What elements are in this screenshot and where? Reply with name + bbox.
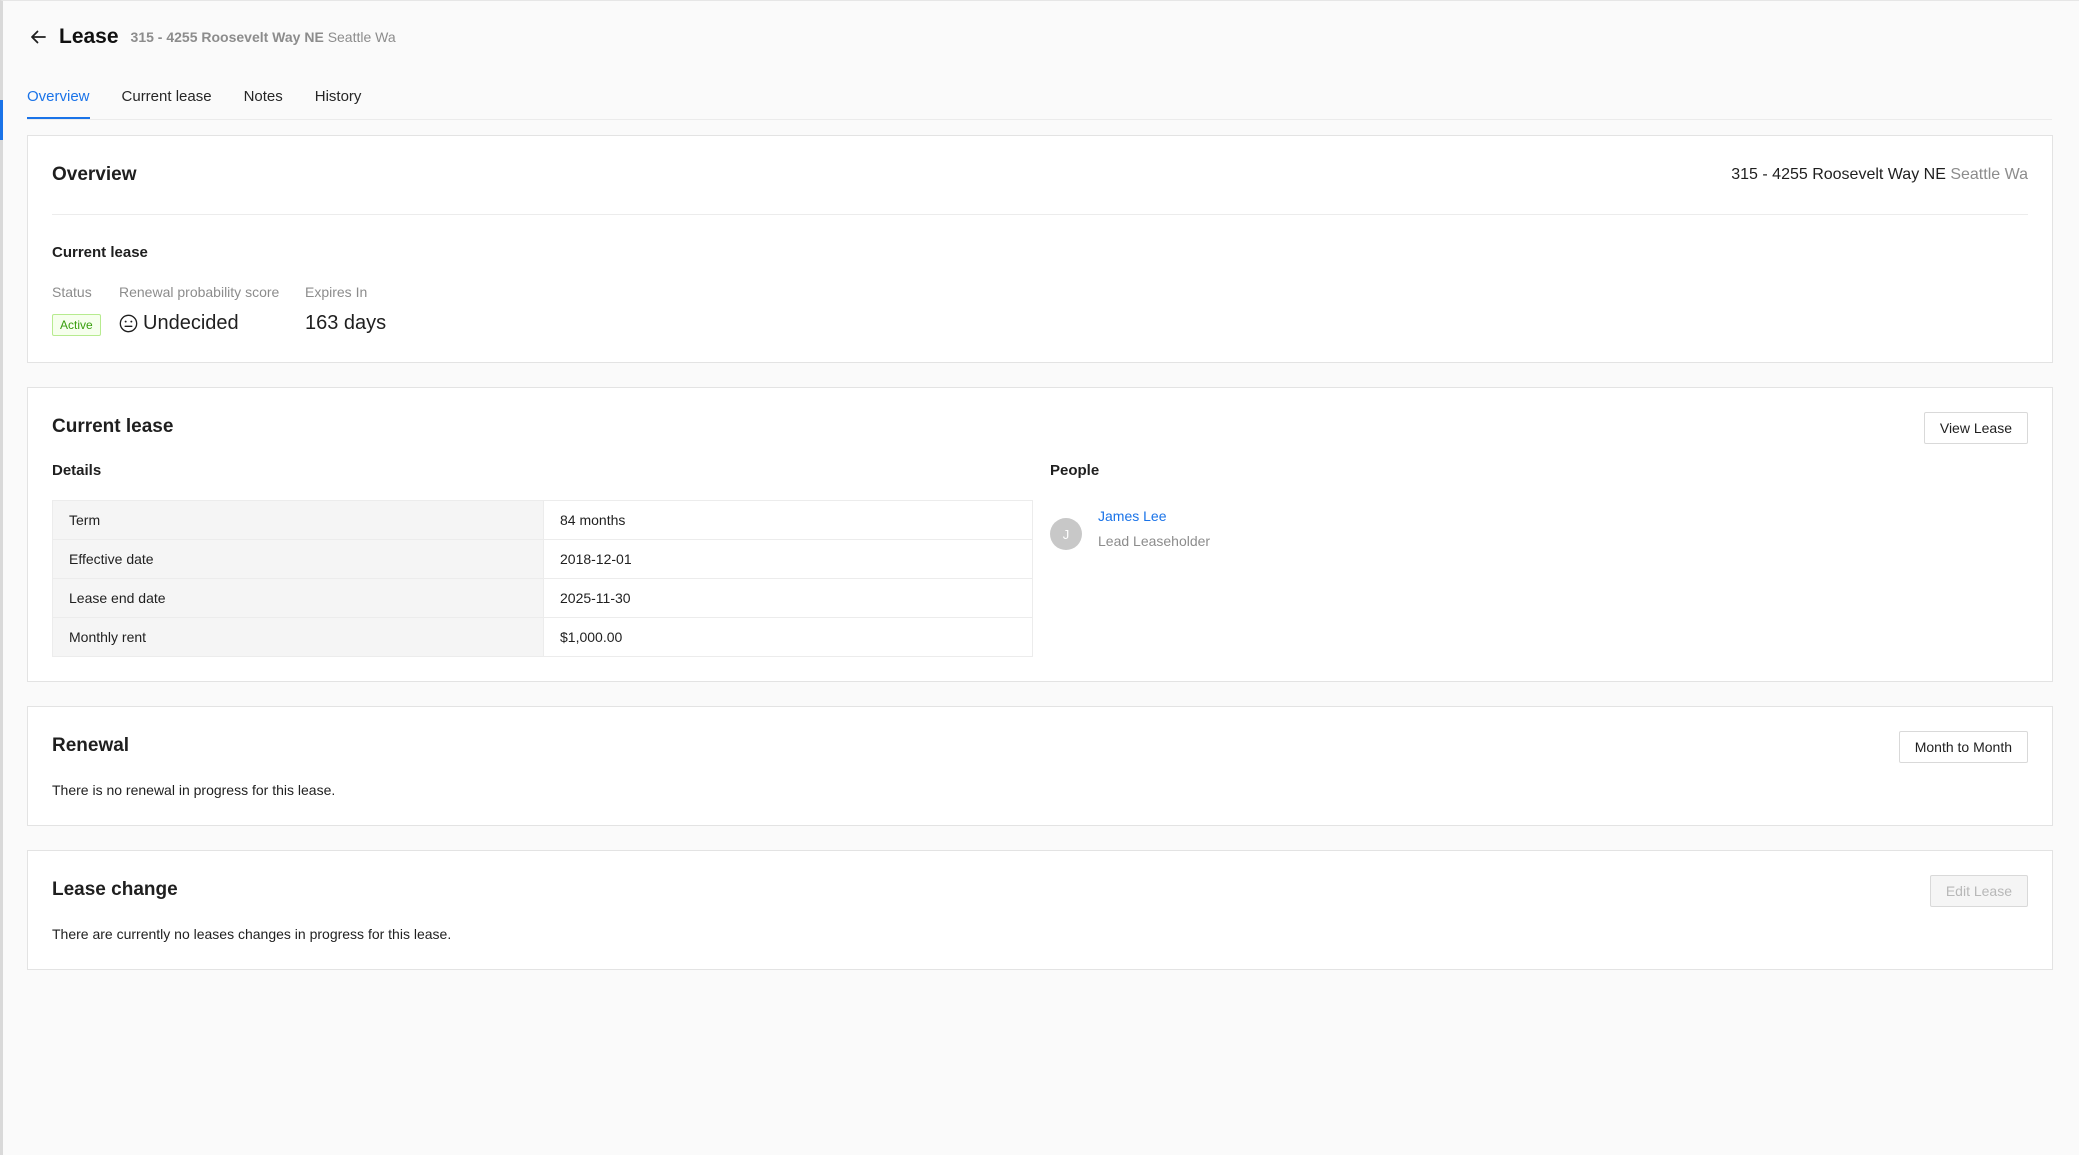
lease-change-status-text: There are currently no leases changes in… <box>52 926 452 942</box>
renewal-score-value: Undecided <box>119 312 239 335</box>
overview-address: 315 - 4255 Roosevelt Way NE Seattle Wa <box>1731 166 2028 184</box>
detail-value-effective-date: 2018-12-01 <box>543 539 1033 579</box>
person-entry: J James Lee Lead Leaseholder <box>1050 508 1210 550</box>
table-row: Effective date 2018-12-01 <box>52 539 1033 579</box>
current-lease-card: Current lease View Lease Details People … <box>27 387 2053 682</box>
details-table: Term 84 months Effective date 2018-12-01… <box>52 500 1033 657</box>
tab-history[interactable]: History <box>315 84 362 119</box>
detail-key-term: Term <box>52 500 544 540</box>
lease-change-title: Lease change <box>52 879 178 900</box>
overview-address-street: 315 - 4255 Roosevelt Way NE <box>1731 166 1946 183</box>
page-header: Lease 315 - 4255 Roosevelt Way NE Seattl… <box>27 22 396 52</box>
view-lease-button[interactable]: View Lease <box>1923 412 2028 444</box>
person-info: James Lee Lead Leaseholder <box>1098 508 1210 550</box>
table-row: Monthly rent $1,000.00 <box>52 617 1033 657</box>
detail-key-lease-end-date: Lease end date <box>52 578 544 618</box>
expires-value: 163 days <box>305 312 387 334</box>
tab-bar: Overview Current lease Notes History <box>27 84 2052 120</box>
neutral-face-icon <box>119 314 138 333</box>
renewal-score-label: Renewal probability score <box>119 284 280 300</box>
tab-overview[interactable]: Overview <box>27 84 90 119</box>
details-label: Details <box>52 462 102 479</box>
person-name-link[interactable]: James Lee <box>1098 508 1210 524</box>
tab-current-lease[interactable]: Current lease <box>122 84 212 119</box>
edit-lease-button[interactable]: Edit Lease <box>1929 875 2028 907</box>
current-lease-section-label: Current lease <box>52 244 148 261</box>
table-row: Lease end date 2025-11-30 <box>52 578 1033 618</box>
table-row: Term 84 months <box>52 500 1033 540</box>
page-title: Lease <box>59 25 119 48</box>
detail-value-lease-end-date: 2025-11-30 <box>543 578 1033 618</box>
status-badge: Active <box>52 314 101 336</box>
person-role: Lead Leaseholder <box>1098 533 1211 549</box>
month-to-month-button[interactable]: Month to Month <box>1898 731 2028 763</box>
renewal-card: Renewal Month to Month There is no renew… <box>27 706 2053 826</box>
overview-address-city: Seattle Wa <box>1950 166 2028 183</box>
page-subtitle-city: Seattle Wa <box>327 29 396 45</box>
back-arrow-icon[interactable] <box>27 26 49 48</box>
renewal-title: Renewal <box>52 735 130 756</box>
detail-key-monthly-rent: Monthly rent <box>52 617 544 657</box>
overview-divider <box>52 214 2028 215</box>
overview-title: Overview <box>52 164 137 185</box>
detail-key-effective-date: Effective date <box>52 539 544 579</box>
overview-card: Overview 315 - 4255 Roosevelt Way NE Sea… <box>27 135 2053 363</box>
status-label: Status <box>52 284 92 300</box>
page-subtitle: 315 - 4255 Roosevelt Way NE Seattle Wa <box>131 29 396 45</box>
people-label: People <box>1050 462 1100 479</box>
current-lease-title: Current lease <box>52 416 174 437</box>
page-subtitle-address: 315 - 4255 Roosevelt Way NE <box>130 29 324 45</box>
lease-change-card: Lease change Edit Lease There are curren… <box>27 850 2053 970</box>
tab-notes[interactable]: Notes <box>244 84 283 119</box>
detail-value-monthly-rent: $1,000.00 <box>543 617 1033 657</box>
detail-value-term: 84 months <box>543 500 1033 540</box>
sidebar-indicator <box>0 100 3 140</box>
expires-label: Expires In <box>305 284 368 300</box>
renewal-score-text: Undecided <box>143 312 239 334</box>
avatar: J <box>1050 518 1082 550</box>
renewal-status-text: There is no renewal in progress for this… <box>52 782 336 798</box>
